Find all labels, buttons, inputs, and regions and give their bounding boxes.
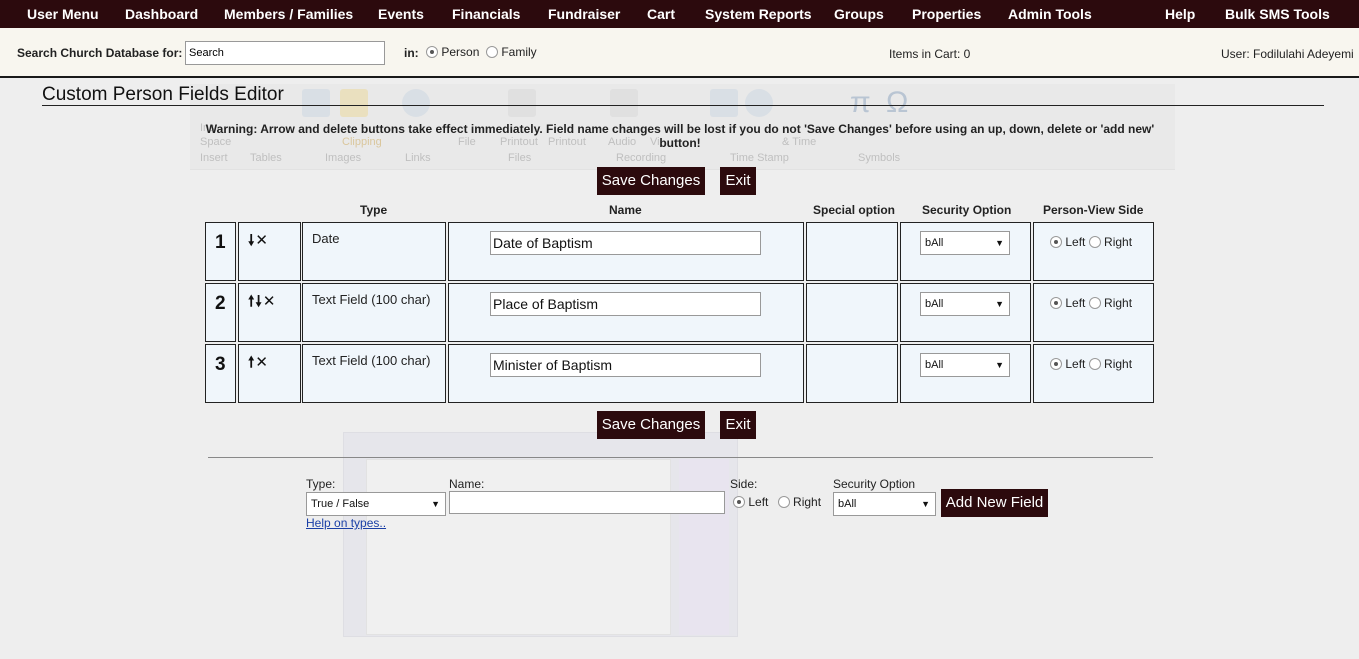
row-type: Text Field (100 char) [312,292,431,307]
side-right-radio[interactable] [1088,358,1101,370]
row-number: 1 [215,232,226,253]
ghost-window-overlay [343,432,738,637]
ghost-window-page [366,459,671,635]
nav-system-reports[interactable]: System Reports [705,6,812,22]
nav-members-families[interactable]: Members / Families [224,6,353,22]
ghost-calendar-icon [710,89,738,117]
row-special-cell [806,222,898,281]
chevron-down-icon: ▼ [995,238,1004,248]
ghost-clipping-icon [340,89,368,117]
header-special-option: Special option [813,203,896,217]
title-divider [42,105,1324,106]
row-special-cell [806,283,898,342]
chevron-down-icon: ▼ [431,499,440,509]
nav-cart[interactable]: Cart [647,6,675,22]
save-changes-button-bottom[interactable]: Save Changes [597,411,705,439]
row-move-delete-controls[interactable]: 🠕🠗✕ [248,291,276,316]
search-scope-family[interactable]: Family [486,45,537,59]
row-special-cell [806,344,898,403]
new-side-label: Side: [730,477,758,491]
header-name: Name [609,203,642,217]
nav-fundraiser[interactable]: Fundraiser [548,6,620,22]
chevron-down-icon: ▼ [995,299,1004,309]
save-changes-button-top[interactable]: Save Changes [597,167,705,195]
row-side-cell [1033,222,1154,281]
nav-properties[interactable]: Properties [912,6,981,22]
ghost-file-icon [508,89,536,117]
side-right-radio[interactable] [1088,236,1101,248]
header-type: Type [360,203,388,217]
chevron-down-icon: ▼ [921,499,930,509]
help-on-types-link[interactable]: Help on types.. [306,516,386,530]
nav-user-menu[interactable]: User Menu [27,6,99,22]
side-options: Left Right [1050,357,1132,371]
side-options: Left Right [1050,235,1132,249]
top-nav: User Menu Dashboard Members / Families E… [0,0,1359,28]
nav-groups[interactable]: Groups [834,6,884,22]
nav-financials[interactable]: Financials [452,6,520,22]
add-new-field-button[interactable]: Add New Field [941,489,1048,517]
security-select[interactable]: bAll ▼ [920,231,1010,255]
field-name-input[interactable]: Minister of Baptism [490,353,761,377]
ghost-globe-icon [402,89,430,117]
new-security-select[interactable]: bAll ▼ [833,492,936,516]
row-move-delete-controls[interactable]: 🠗✕ [248,230,269,255]
nav-admin-tools[interactable]: Admin Tools [1008,6,1092,22]
search-label: Search Church Database for: [17,46,183,60]
new-security-label: Security Option [833,477,916,491]
ghost-window-sidebar [679,459,729,635]
nav-help[interactable]: Help [1165,6,1195,22]
row-side-cell [1033,283,1154,342]
ghost-mic-icon [610,89,638,117]
page-title: Custom Person Fields Editor [42,84,284,105]
row-number: 2 [215,293,226,314]
new-side-right-radio[interactable] [777,496,790,508]
field-name-input[interactable]: Date of Baptism [490,231,761,255]
new-side-options: Left Right [733,495,821,509]
nav-events[interactable]: Events [378,6,424,22]
search-input[interactable] [185,41,385,65]
search-bar: Search Church Database for: in: Person F… [0,28,1359,78]
field-name-input[interactable]: Place of Baptism [490,292,761,316]
new-type-select[interactable]: True / False ▼ [306,492,446,516]
chevron-down-icon: ▼ [995,360,1004,370]
current-user: User: Fodilulahi Adeyemi [1221,47,1354,61]
exit-button-top[interactable]: Exit [720,167,756,195]
new-name-label: Name: [449,477,485,491]
side-options: Left Right [1050,296,1132,310]
header-security-option: Security Option [922,203,1012,217]
row-move-delete-controls[interactable]: 🠕✕ [248,352,269,377]
security-select[interactable]: bAll ▼ [920,292,1010,316]
security-select[interactable]: bAll ▼ [920,353,1010,377]
row-number: 3 [215,354,226,375]
row-side-cell [1033,344,1154,403]
ghost-omega-icon: Ω [886,86,909,119]
row-type: Date [312,231,340,246]
new-type-label: Type: [306,477,336,491]
side-right-radio[interactable] [1088,297,1101,309]
family-radio[interactable] [486,46,498,58]
person-radio[interactable] [426,46,438,58]
side-left-radio[interactable] [1050,297,1062,309]
section-divider [208,457,1153,458]
cart-count[interactable]: Items in Cart: 0 [889,47,970,61]
nav-dashboard[interactable]: Dashboard [125,6,198,22]
ghost-clock-icon [745,89,773,117]
ghost-table-icon [302,89,330,117]
row-type: Text Field (100 char) [312,353,431,368]
side-left-radio[interactable] [1050,236,1062,248]
exit-button-bottom[interactable]: Exit [720,411,756,439]
ghost-pi-icon: π [850,86,871,119]
nav-bulk-sms-tools[interactable]: Bulk SMS Tools [1225,6,1330,22]
new-field-name-input[interactable] [449,491,725,514]
header-person-view-side: Person-View Side [1043,203,1144,217]
side-left-radio[interactable] [1050,358,1062,370]
warning-message: Warning: Arrow and delete buttons take e… [205,122,1155,150]
search-scope-person[interactable]: Person [426,45,479,59]
new-side-left-radio[interactable] [733,496,745,508]
search-in-label: in: [404,46,419,60]
